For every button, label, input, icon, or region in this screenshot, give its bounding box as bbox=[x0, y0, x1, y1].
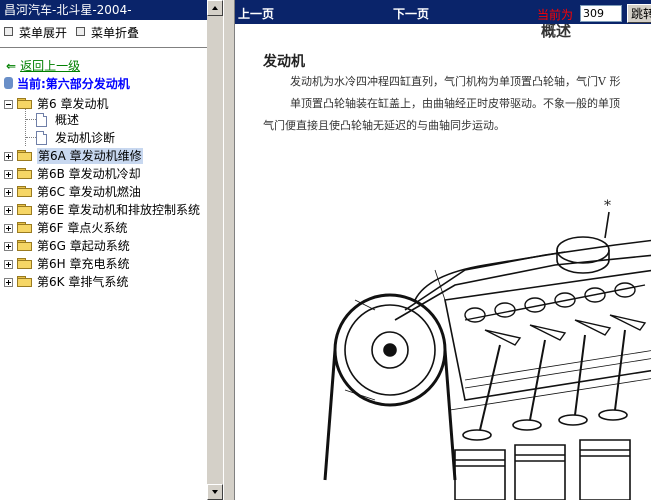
tree-item-label: 第6C 章发动机燃油 bbox=[37, 185, 141, 199]
tree-item[interactable]: 概述 bbox=[0, 112, 207, 128]
expand-toggle-icon[interactable] bbox=[4, 260, 13, 269]
tree-item-label: 第6A 章发动机维修 bbox=[37, 148, 143, 164]
current-location: 当前:第六部分发动机 bbox=[4, 75, 130, 92]
page-number-input[interactable] bbox=[580, 5, 622, 22]
folder-icon bbox=[17, 150, 33, 162]
next-page-link[interactable]: 下一页 bbox=[393, 5, 429, 22]
engine-illustration bbox=[323, 211, 651, 500]
database-icon bbox=[4, 77, 13, 89]
tree-item[interactable]: 第6E 章发动机和排放控制系统 bbox=[0, 202, 207, 218]
tree-item[interactable]: 第6F 章点火系统 bbox=[0, 220, 207, 236]
tree-item[interactable]: 第6K 章排气系统 bbox=[0, 274, 207, 290]
back-arrow-icon: ⇐ bbox=[6, 59, 17, 73]
document-icon bbox=[36, 131, 47, 145]
tree-item-label: 第6F 章点火系统 bbox=[37, 221, 128, 235]
tree-item[interactable]: 发动机诊断 bbox=[0, 130, 207, 146]
collapse-icon bbox=[76, 27, 85, 36]
paragraph-line: 单顶置凸轮轴装在缸盖上，由曲轴经正时皮带驱动。不象一般的单顶 bbox=[290, 97, 620, 110]
menu-actions: 菜单展开 菜单折叠 bbox=[0, 22, 207, 40]
tree-item-label: 概述 bbox=[55, 113, 80, 127]
folder-icon bbox=[17, 98, 33, 110]
paragraph-line: 发动机为水冷四冲程四缸直列，气门机构为单顶置凸轮轴，气门V 形 bbox=[290, 75, 621, 88]
section-title: 发动机 bbox=[263, 54, 305, 70]
expand-toggle-icon[interactable] bbox=[4, 170, 13, 179]
folder-icon bbox=[17, 222, 33, 234]
vertical-scrollbar[interactable] bbox=[207, 0, 223, 500]
content-panel: 概述 上一页 下一页 当前为 跳转 发动机 发动机为水冷四冲程四缸直列，气门机构… bbox=[235, 0, 651, 500]
folder-icon bbox=[17, 276, 33, 288]
tree-item[interactable]: 第6 章发动机 bbox=[0, 96, 207, 112]
page-toolbar: 上一页 下一页 当前为 跳转 bbox=[235, 0, 651, 24]
folder-icon bbox=[17, 240, 33, 252]
expand-toggle-icon[interactable] bbox=[4, 224, 13, 233]
document-icon bbox=[36, 113, 47, 127]
folder-icon bbox=[17, 168, 33, 180]
navigation-panel: 昌河汽车-北斗星-2004- 菜单展开 菜单折叠 ⇐ 返回上一级 当前:第六部分发… bbox=[0, 0, 207, 500]
prev-page-link[interactable]: 上一页 bbox=[238, 5, 274, 22]
divider bbox=[0, 47, 207, 48]
scroll-up-button[interactable] bbox=[207, 0, 223, 16]
tree-item-label: 第6K 章排气系统 bbox=[37, 275, 129, 289]
tree-item[interactable]: 第6G 章起动系统 bbox=[0, 238, 207, 254]
folder-icon bbox=[17, 204, 33, 216]
tree-item[interactable]: 第6A 章发动机维修 bbox=[0, 148, 207, 164]
expand-icon bbox=[4, 27, 13, 36]
expand-all-button[interactable]: 菜单展开 bbox=[4, 24, 67, 41]
tree-item-label: 第6B 章发动机冷却 bbox=[37, 167, 141, 181]
tree-item-label: 第6 章发动机 bbox=[37, 97, 109, 111]
tree-item-label: 第6E 章发动机和排放控制系统 bbox=[37, 203, 201, 217]
expand-toggle-icon[interactable] bbox=[4, 242, 13, 251]
collapse-toggle-icon[interactable] bbox=[4, 100, 13, 109]
tree-item-label: 第6H 章充电系统 bbox=[37, 257, 130, 271]
tree-item[interactable]: 第6H 章充电系统 bbox=[0, 256, 207, 272]
arrow-down-icon bbox=[212, 490, 218, 494]
book-title: 昌河汽车-北斗星-2004- bbox=[0, 0, 207, 20]
expand-toggle-icon[interactable] bbox=[4, 152, 13, 161]
tree-item[interactable]: 第6C 章发动机燃油 bbox=[0, 184, 207, 200]
arrow-up-icon bbox=[212, 6, 218, 10]
folder-icon bbox=[17, 258, 33, 270]
frame-splitter[interactable] bbox=[223, 0, 235, 500]
collapse-all-button[interactable]: 菜单折叠 bbox=[76, 24, 139, 41]
tree-item-label: 发动机诊断 bbox=[55, 131, 116, 145]
folder-icon bbox=[17, 186, 33, 198]
tree-item[interactable]: 第6B 章发动机冷却 bbox=[0, 166, 207, 182]
back-link[interactable]: ⇐ 返回上一级 bbox=[6, 57, 80, 74]
paragraph-line: 气门便直接且使凸轮轴无延迟的与曲轴同步运动。 bbox=[263, 119, 505, 132]
jump-button[interactable]: 跳转 bbox=[627, 4, 651, 23]
expand-toggle-icon[interactable] bbox=[4, 278, 13, 287]
expand-toggle-icon[interactable] bbox=[4, 188, 13, 197]
expand-toggle-icon[interactable] bbox=[4, 206, 13, 215]
scroll-down-button[interactable] bbox=[207, 484, 223, 500]
current-page-label: 当前为 bbox=[537, 8, 574, 22]
tree-item-label: 第6G 章起动系统 bbox=[37, 239, 130, 253]
